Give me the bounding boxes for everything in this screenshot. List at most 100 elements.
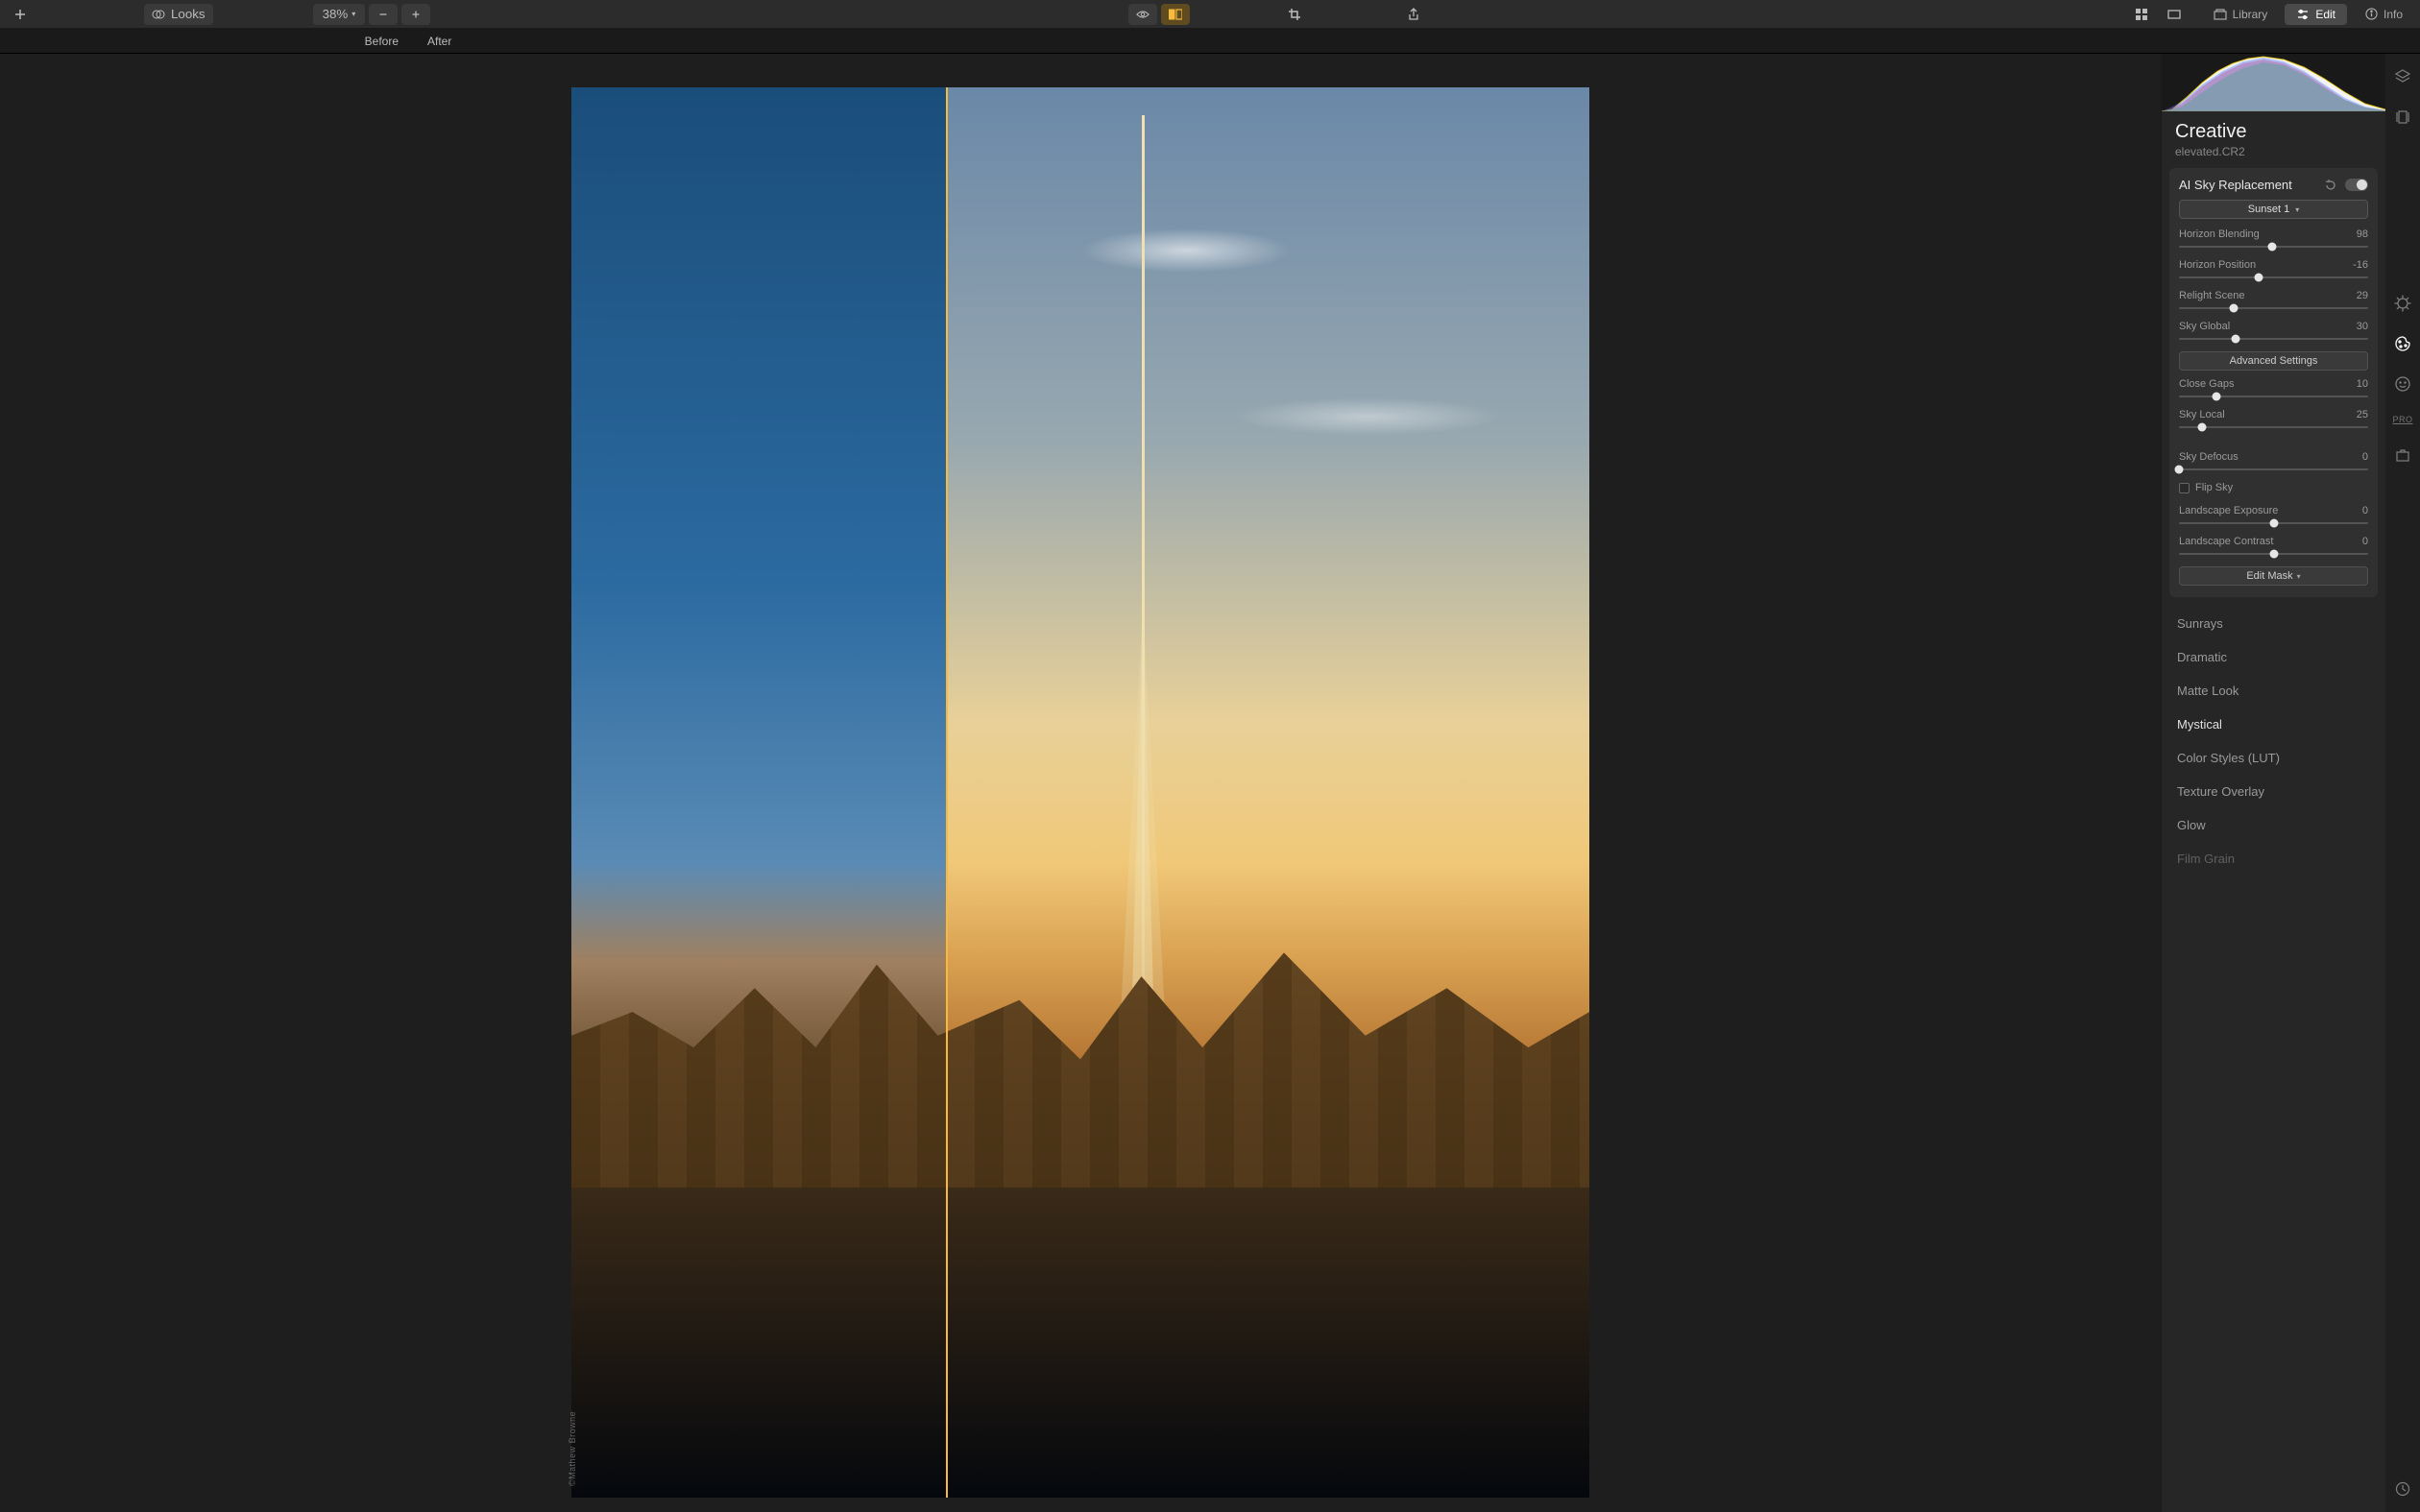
compare-toggle-button[interactable] [1161,4,1190,25]
add-button[interactable] [6,4,35,25]
history-icon[interactable] [2393,1479,2412,1499]
plus-icon [13,8,27,21]
edit-icon [2296,8,2310,21]
slider-sky-local: Sky Local 25 [2179,409,2368,432]
chevron-down-icon: ▾ [351,10,355,18]
single-icon [2167,8,2181,21]
tool-mystical[interactable]: Mystical [2162,708,2385,741]
minus-icon [376,8,390,21]
ai-sky-replacement-card: AI Sky Replacement Sunset 1 ▾ Hori [2169,168,2378,597]
slider-track[interactable] [2179,392,2368,401]
tool-matte-look[interactable]: Matte Look [2162,674,2385,708]
eye-icon [1136,8,1150,21]
tab-library-label: Library [2233,8,2268,21]
slider-track[interactable] [2179,465,2368,474]
tab-info-label: Info [2384,8,2403,21]
slider-sky-defocus: Sky Defocus 0 [2179,451,2368,474]
image-viewer[interactable]: ©Mathew Browne [0,54,2161,1512]
tab-edit-label: Edit [2315,8,2335,21]
before-label: Before [365,35,399,48]
zoom-in-button[interactable] [401,4,430,25]
slider-value: 0 [2362,536,2368,547]
workspace-icon[interactable] [2393,445,2412,465]
grid-view-button[interactable] [2127,4,2156,25]
single-view-button[interactable] [2160,4,2189,25]
zoom-level-button[interactable]: 38% ▾ [313,4,366,25]
pro-badge[interactable]: PRO [2392,415,2412,424]
looks-button[interactable]: Looks [144,4,213,25]
slider-track[interactable] [2179,273,2368,282]
slider-label: Horizon Blending [2179,228,2260,240]
watermark: ©Mathew Browne [568,1411,577,1486]
panel-title: Creative [2162,111,2385,145]
share-button[interactable] [1399,4,1428,25]
slider-track[interactable] [2179,242,2368,252]
edit-mask-button[interactable]: Edit Mask ▾ [2179,566,2368,586]
reset-icon[interactable] [2324,179,2337,192]
panel-scroll[interactable]: AI Sky Replacement Sunset 1 ▾ Hori [2162,168,2385,1512]
zoom-label: 38% [323,7,349,21]
share-icon [1407,8,1420,21]
slider-horizon-blending: Horizon Blending 98 [2179,228,2368,252]
grid-icon [2135,8,2148,21]
compare-icon [1169,8,1182,21]
slider-track[interactable] [2179,303,2368,313]
library-icon [2214,8,2227,21]
chevron-down-icon: ▾ [2297,572,2301,581]
slider-value: 30 [2357,321,2368,332]
image: ©Mathew Browne [571,87,1589,1498]
sky-preset-dropdown[interactable]: Sunset 1 ▾ [2179,200,2368,219]
filename: elevated.CR2 [2162,145,2385,168]
main-area: ©Mathew Browne Creative elevated.CR2 AI … [0,54,2420,1512]
flip-sky-checkbox[interactable] [2179,483,2190,493]
slider-value: 98 [2357,228,2368,240]
flip-sky-label: Flip Sky [2195,482,2233,493]
top-toolbar: Looks 38% ▾ [0,0,2420,29]
slider-track[interactable] [2179,334,2368,344]
right-icon-strip: PRO [2385,54,2420,1512]
info-icon [2364,8,2378,21]
slider-label: Sky Local [2179,409,2225,420]
portrait-icon[interactable] [2393,374,2412,394]
tool-glow[interactable]: Glow [2162,808,2385,842]
crop-button[interactable] [1280,4,1309,25]
tab-info[interactable]: Info [2353,4,2414,25]
tool-texture-overlay[interactable]: Texture Overlay [2162,775,2385,808]
slider-horizon-position: Horizon Position -16 [2179,259,2368,282]
tool-dramatic[interactable]: Dramatic [2162,640,2385,674]
slider-value: 10 [2357,378,2368,390]
tool-film-grain[interactable]: Film Grain [2162,842,2385,876]
slider-value: 0 [2362,505,2368,516]
advanced-settings-button[interactable]: Advanced Settings [2179,351,2368,371]
tool-toggle[interactable] [2345,179,2368,191]
tower-silhouette [1142,115,1145,1102]
slider-track[interactable] [2179,549,2368,559]
after-label: After [427,35,451,48]
plus-icon [409,8,423,21]
zoom-out-button[interactable] [369,4,398,25]
slider-track[interactable] [2179,518,2368,528]
compare-split-handle[interactable] [946,87,948,1498]
slider-label: Sky Global [2179,321,2230,332]
slider-value: -16 [2353,259,2368,271]
preview-toggle-button[interactable] [1128,4,1157,25]
slider-value: 0 [2362,451,2368,463]
chevron-down-icon: ▾ [2295,205,2299,214]
slider-label: Sky Defocus [2179,451,2238,463]
tab-library[interactable]: Library [2202,4,2280,25]
tool-color-styles[interactable]: Color Styles (LUT) [2162,741,2385,775]
slider-close-gaps: Close Gaps 10 [2179,378,2368,401]
tool-header[interactable]: AI Sky Replacement [2179,178,2368,200]
tab-edit[interactable]: Edit [2285,4,2347,25]
canvas-icon[interactable] [2393,108,2412,127]
slider-label: Landscape Contrast [2179,536,2273,547]
slider-track[interactable] [2179,422,2368,432]
tool-sunrays[interactable]: Sunrays [2162,607,2385,640]
creative-icon[interactable] [2393,334,2412,353]
essentials-icon[interactable] [2393,294,2412,313]
slider-label: Close Gaps [2179,378,2234,390]
histogram[interactable] [2162,54,2385,111]
layers-icon[interactable] [2393,67,2412,86]
slider-label: Horizon Position [2179,259,2256,271]
slider-label: Landscape Exposure [2179,505,2278,516]
